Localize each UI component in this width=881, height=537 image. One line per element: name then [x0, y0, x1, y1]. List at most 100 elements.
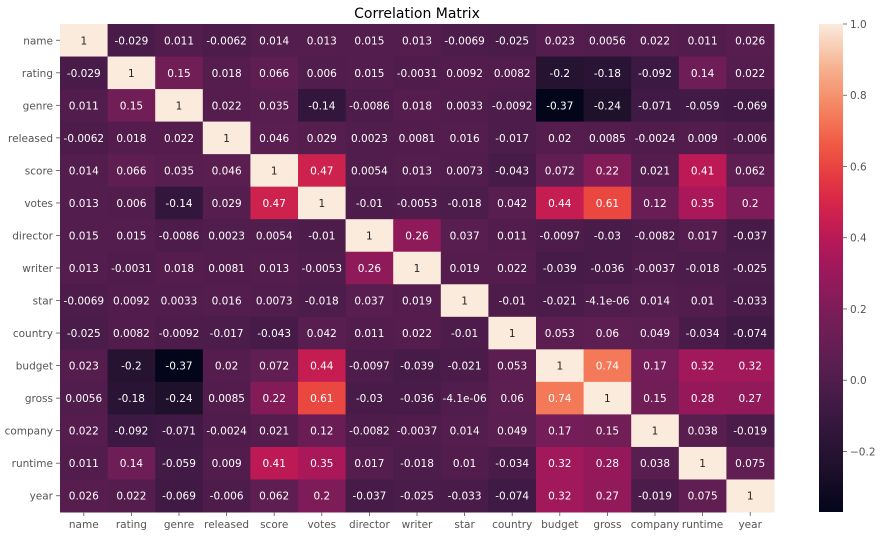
cell-annotation: -0.37	[546, 100, 573, 112]
cell-annotation: 0.072	[259, 361, 289, 373]
x-tick-label: company	[631, 519, 679, 531]
x-tick-label: name	[69, 519, 99, 531]
cell-annotation: -0.0037	[397, 426, 438, 438]
cell-annotation: -0.021	[448, 361, 482, 373]
y-tick-label: votes	[24, 198, 53, 210]
cell-annotation: 0.035	[259, 100, 289, 112]
cell-annotation: 0.014	[640, 296, 670, 308]
cell-annotation: 0.022	[164, 133, 194, 145]
cell-annotation: 0.32	[548, 491, 571, 503]
y-tick-label: year	[30, 491, 54, 503]
colorbar-tick-label: 0.4	[850, 233, 867, 245]
cell-annotation: -0.019	[638, 491, 672, 503]
cell-annotation: 0.019	[402, 296, 432, 308]
cell-annotation: 0.026	[69, 491, 99, 503]
y-tick-label: country	[13, 328, 53, 340]
cell-annotation: -0.018	[305, 296, 339, 308]
cell-annotation: 0.046	[259, 133, 289, 145]
cell-annotation: -0.018	[448, 198, 482, 210]
cell-annotation: -0.03	[356, 393, 383, 405]
x-tick-label: votes	[307, 519, 336, 531]
colorbar-tick-label: 1.0	[850, 19, 867, 31]
x-tick-label: released	[204, 519, 249, 531]
cell-annotation: 0.053	[545, 328, 575, 340]
cell-annotation: 0.22	[263, 393, 286, 405]
cell-annotation: -0.069	[162, 491, 196, 503]
cell-annotation: -0.025	[495, 35, 529, 47]
cell-annotation: -0.2	[121, 361, 142, 373]
cell-annotation: 0.011	[69, 458, 99, 470]
cell-annotation: 0.0033	[446, 100, 483, 112]
colorbar-tick-label: −0.2	[850, 446, 876, 458]
x-tick-label: runtime	[682, 519, 723, 531]
cell-annotation: 0.0085	[589, 133, 626, 145]
cell-annotation: 1	[271, 165, 278, 177]
cell-annotation: -0.0062	[206, 35, 247, 47]
cell-annotation: -0.0037	[635, 263, 676, 275]
cell-annotation: -0.03	[594, 230, 621, 242]
cell-annotation: 0.2	[742, 198, 759, 210]
cell-annotation: -0.14	[165, 198, 192, 210]
cell-annotation: 0.018	[116, 133, 146, 145]
cell-annotation: 0.41	[263, 458, 286, 470]
cell-annotation: 0.042	[307, 328, 337, 340]
cell-annotation: 0.021	[640, 165, 670, 177]
cell-annotation: 0.26	[358, 263, 382, 275]
cell-annotation: 0.013	[402, 35, 432, 47]
cell-annotation: 0.27	[739, 393, 762, 405]
x-tick-label: budget	[541, 519, 578, 531]
cell-annotation: -4.1e-06	[443, 393, 487, 405]
cell-annotation: -0.071	[638, 100, 672, 112]
cell-annotation: 0.022	[640, 35, 670, 47]
cell-annotation: 0.0056	[65, 393, 102, 405]
cell-annotation: -0.017	[210, 328, 244, 340]
cell-annotation: 0.61	[596, 198, 619, 210]
cell-annotation: -0.025	[67, 328, 101, 340]
cell-annotation: 0.013	[307, 35, 337, 47]
cell-annotation: -0.034	[686, 328, 720, 340]
cell-annotation: 1	[509, 328, 516, 340]
cell-annotation: 0.018	[164, 263, 194, 275]
cell-annotation: -0.036	[590, 263, 624, 275]
cell-annotation: -0.036	[400, 393, 434, 405]
cell-annotation: 0.022	[402, 328, 432, 340]
cell-annotation: -0.0024	[206, 426, 247, 438]
cell-annotation: 0.026	[735, 35, 765, 47]
x-axis-labels: name rating genre released score votes directo…	[69, 512, 763, 531]
cell-annotation: 0.013	[402, 165, 432, 177]
cell-annotation: -0.01	[356, 198, 383, 210]
cell-annotation: 0.0033	[161, 296, 198, 308]
cell-annotation: -0.24	[594, 100, 621, 112]
cell-annotation: -0.37	[165, 361, 192, 373]
cell-annotation: 0.018	[212, 68, 242, 80]
cell-annotation: -0.037	[733, 230, 767, 242]
cell-annotation: 0.011	[354, 328, 384, 340]
cell-annotation: 0.017	[688, 230, 718, 242]
cell-annotation: 0.32	[739, 361, 762, 373]
cell-annotation: 0.15	[167, 68, 190, 80]
cell-annotation: 0.2	[313, 491, 330, 503]
cell-annotation: -0.039	[543, 263, 577, 275]
cell-annotation: 0.32	[691, 361, 714, 373]
cell-annotation: -0.0069	[444, 35, 485, 47]
cell-annotation: 1	[747, 491, 754, 503]
cell-annotation: -0.0086	[159, 230, 200, 242]
cell-annotation: -0.025	[400, 491, 434, 503]
x-tick-label: writer	[402, 519, 433, 531]
cell-annotation: -0.092	[114, 426, 148, 438]
cell-annotation: 0.022	[735, 68, 765, 80]
cell-annotation: 0.015	[116, 230, 146, 242]
cell-annotation: 0.006	[307, 68, 337, 80]
cell-annotation: 0.0092	[113, 296, 150, 308]
x-tick-label: genre	[164, 519, 194, 531]
cell-annotation: 0.15	[643, 393, 666, 405]
cell-annotation: 0.017	[354, 458, 384, 470]
cell-annotation: 0.0073	[256, 296, 293, 308]
x-tick-label: year	[738, 519, 762, 531]
cell-annotation: 0.0081	[399, 133, 436, 145]
cell-annotation: 0.075	[735, 458, 765, 470]
cell-annotation: 0.26	[405, 230, 429, 242]
cell-annotation: 1	[604, 393, 611, 405]
cell-annotation: 1	[223, 133, 230, 145]
cell-annotation: 0.011	[688, 35, 718, 47]
